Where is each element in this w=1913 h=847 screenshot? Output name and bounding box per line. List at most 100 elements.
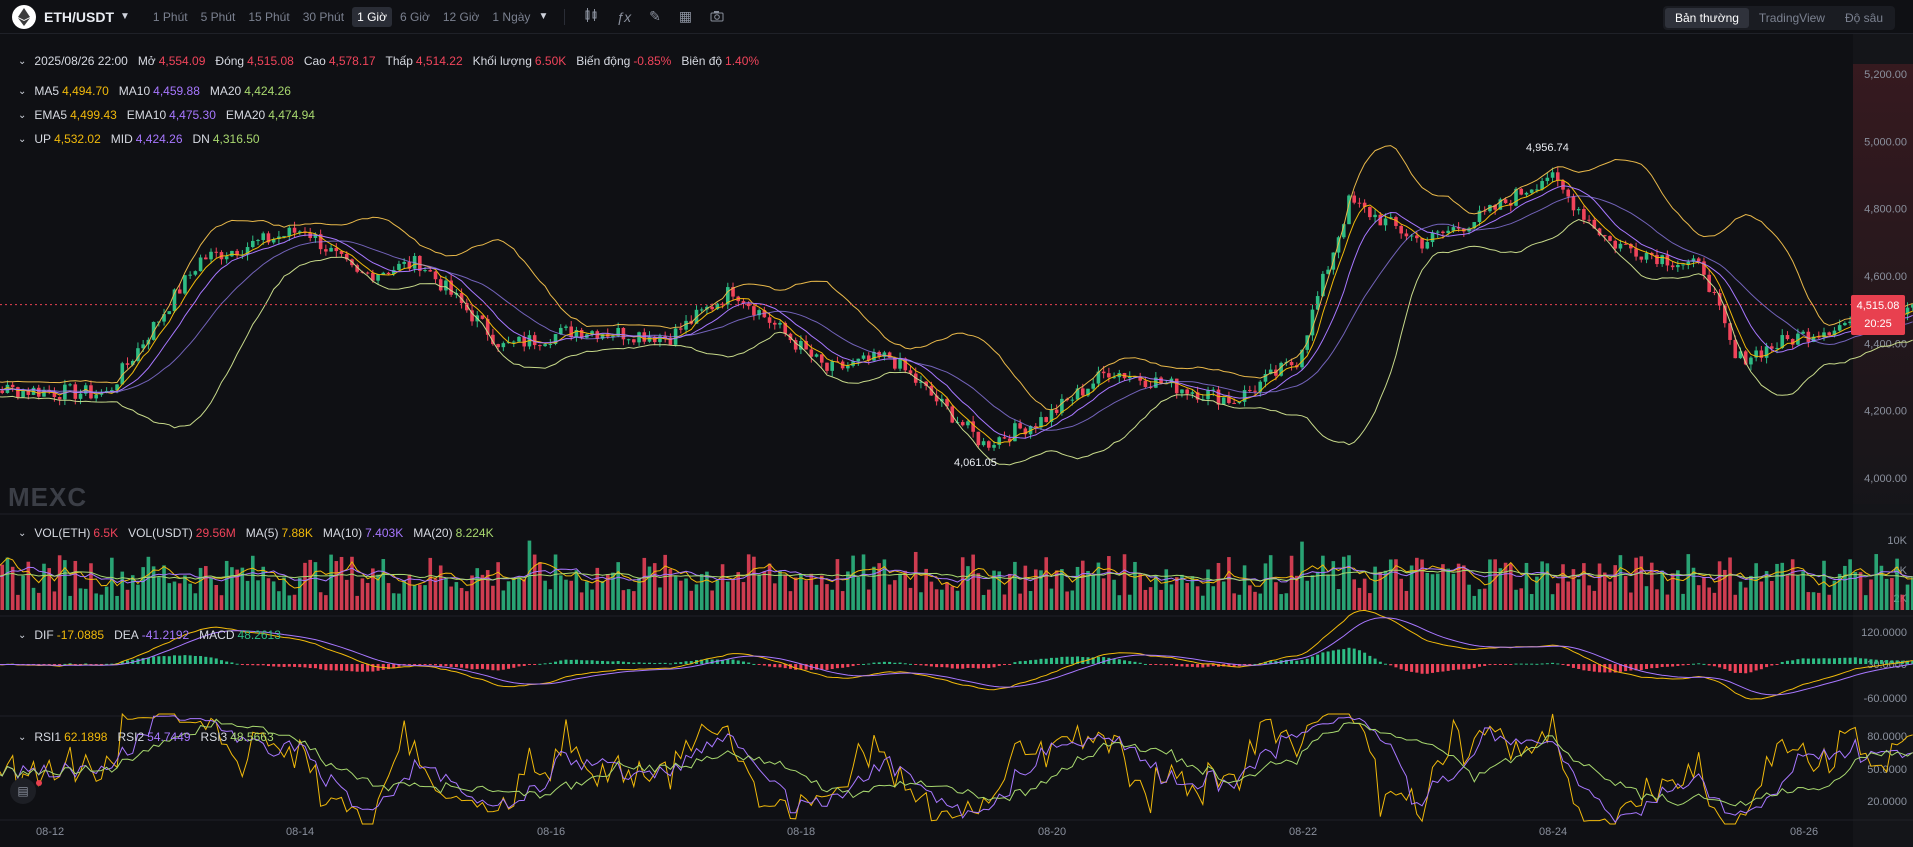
candle-body — [1441, 231, 1445, 233]
macd-histogram-bar — [277, 664, 281, 667]
volume-bar — [1242, 565, 1247, 610]
chevron-down-icon[interactable]: ⌄ — [18, 86, 26, 97]
volume-bar — [162, 565, 166, 610]
chevron-down-icon[interactable]: ⌄ — [18, 110, 26, 121]
macd-histogram-bar — [1571, 664, 1575, 668]
timeframe-12h[interactable]: 12 Giờ — [438, 7, 485, 27]
timeframe-15m[interactable]: 15 Phút — [243, 7, 294, 27]
chevron-down-icon[interactable]: ▼ — [120, 11, 130, 22]
price-chart[interactable]: 5,200.00 5,000.00 4,800.00 4,600.00 4,400.00… — [0, 34, 1913, 847]
candle-body — [397, 263, 401, 270]
chevron-down-icon[interactable]: ⌄ — [18, 528, 26, 539]
layout-toggle-icon[interactable]: ▤ — [10, 778, 36, 804]
macd-histogram-bar — [893, 662, 897, 664]
macd-histogram-bar — [935, 664, 939, 668]
candle-body — [950, 406, 955, 423]
volume-bar — [1112, 579, 1116, 610]
ohlc-legend: ⌄ 2025/08/26 22:00 Mở 4,554.09 Đóng 4,515.… — [18, 54, 769, 68]
macd-histogram-bar — [1785, 660, 1789, 664]
pencil-icon[interactable]: ✎ — [649, 8, 661, 25]
camera-icon[interactable] — [710, 9, 724, 25]
timeframe-6h[interactable]: 6 Giờ — [395, 7, 435, 27]
volume-bar — [110, 557, 114, 610]
mexc-watermark: MEXC — [8, 482, 88, 512]
timeframe-1d[interactable]: 1 Ngày — [487, 7, 535, 27]
macd-histogram-bar — [1368, 655, 1372, 664]
volume-bar — [1425, 572, 1430, 610]
macd-histogram-bar — [611, 661, 615, 664]
timeframe-more-icon[interactable]: ▼ — [538, 11, 548, 22]
candle-body — [1733, 339, 1738, 359]
volume-bar — [1232, 593, 1236, 610]
candle-body — [1190, 392, 1195, 394]
volume-bar — [1206, 569, 1210, 610]
volume-bar — [799, 574, 803, 610]
chevron-down-icon[interactable]: ⌄ — [18, 56, 26, 67]
macd-histogram-bar — [355, 664, 359, 672]
macd-histogram-bar — [762, 664, 766, 666]
boll-up-value: 4,532.02 — [54, 132, 101, 146]
timeframe-30m[interactable]: 30 Phút — [298, 7, 349, 27]
chevron-down-icon[interactable]: ⌄ — [18, 134, 26, 145]
volume-bar — [898, 573, 902, 610]
timeframe-1h[interactable]: 1 Giờ — [352, 6, 392, 27]
candle-body — [752, 306, 756, 316]
macd-histogram-bar — [303, 664, 307, 668]
macd-histogram-bar — [752, 663, 756, 665]
volume-bar — [491, 585, 495, 610]
ma20-label: MA20 — [209, 84, 242, 98]
volume-bar — [130, 575, 135, 610]
candle-body — [1749, 357, 1753, 365]
view-standard[interactable]: Bản thường — [1664, 8, 1749, 28]
macd-histogram-bar — [1754, 664, 1758, 671]
candles-icon[interactable] — [584, 8, 598, 25]
macd-histogram-bar — [209, 657, 213, 664]
indicator-fx-icon[interactable]: ƒx — [616, 9, 631, 25]
candle-body — [1712, 291, 1717, 293]
macd-histogram-bar — [1577, 664, 1581, 669]
volume-bar — [772, 583, 777, 610]
volume-bar — [57, 555, 62, 610]
macd-histogram-bar — [1138, 662, 1142, 664]
pair-selector[interactable]: ETH/USDT — [44, 9, 114, 25]
view-tradingview[interactable]: TradingView — [1749, 8, 1835, 28]
ma10-label: MA10 — [118, 84, 151, 98]
volume-value: 6.50K — [534, 54, 567, 68]
volume-bar — [919, 592, 923, 610]
volume-bar — [1816, 592, 1821, 610]
volume-bar — [955, 590, 960, 610]
macd-histogram-bar — [841, 664, 845, 668]
chevron-down-icon[interactable]: ⌄ — [18, 732, 26, 743]
macd-histogram-bar — [1013, 662, 1017, 664]
candle-body — [1576, 209, 1581, 211]
volume-bar — [1388, 559, 1393, 610]
macd-histogram-bar — [491, 664, 495, 671]
macd-histogram-bar — [966, 664, 970, 668]
volume-bar — [146, 556, 151, 610]
volume-bar — [856, 577, 861, 610]
volume-bar — [1117, 595, 1122, 610]
volume-bar — [1634, 557, 1638, 610]
boll-legend: ⌄ UP 4,532.02 MID 4,424.26 DN 4,316.50 — [18, 132, 270, 146]
layout-grid-icon[interactable]: ▦ — [679, 8, 692, 25]
macd-histogram-bar — [1671, 664, 1675, 667]
macd-histogram-bar — [799, 664, 803, 670]
volume-bar — [1545, 563, 1550, 610]
x-tick: 08-14 — [286, 826, 315, 838]
candle-body — [814, 354, 819, 357]
volume-bar — [256, 580, 260, 610]
timeframe-1m[interactable]: 1 Phút — [148, 7, 193, 27]
chevron-down-icon[interactable]: ⌄ — [18, 630, 26, 641]
volume-bar — [945, 582, 949, 610]
volume-bar — [230, 567, 234, 610]
volume-bar — [1013, 561, 1017, 610]
macd-histogram-bar — [830, 664, 834, 670]
macd-histogram-bar — [1039, 658, 1043, 664]
volume-bar — [1420, 559, 1424, 610]
volume-bar — [1415, 557, 1419, 610]
candle-body — [224, 256, 229, 260]
volume-bar — [1362, 578, 1367, 610]
timeframe-5m[interactable]: 5 Phút — [196, 7, 241, 27]
candle-body — [621, 327, 626, 340]
view-depth[interactable]: Độ sâu — [1835, 8, 1893, 28]
